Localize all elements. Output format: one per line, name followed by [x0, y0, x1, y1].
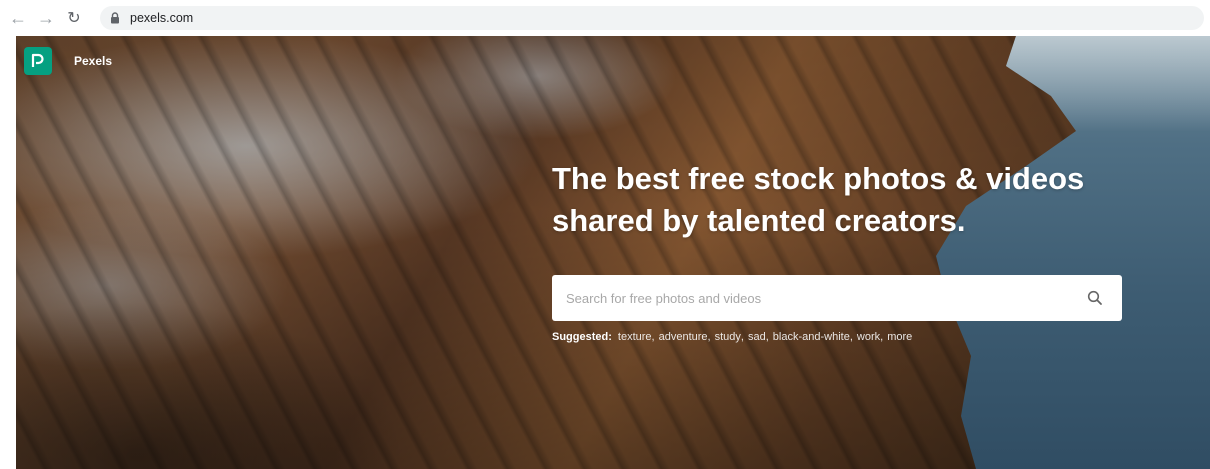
hero-headline: The best free stock photos & videos shar…	[552, 158, 1152, 242]
back-icon[interactable]: ←	[4, 4, 32, 32]
pexels-logo-icon	[24, 47, 52, 75]
suggested-item-sad[interactable]: sad	[748, 331, 766, 343]
browser-toolbar: ← → ↻ pexels.com	[0, 0, 1210, 36]
forward-icon[interactable]: →	[32, 4, 60, 32]
hero-background-image	[16, 36, 1210, 469]
suggested-item-black-and-white[interactable]: black-and-white	[773, 331, 850, 343]
reload-icon[interactable]: ↻	[60, 4, 88, 32]
logo-text: Pexels	[74, 54, 113, 68]
suggested-item-work[interactable]: work	[857, 331, 880, 343]
headline-line-1: The best free stock photos & videos	[552, 161, 1085, 196]
suggested-searches: Suggested: texture, adventure, study, sa…	[552, 331, 913, 343]
site-logo[interactable]: Pexels	[24, 47, 112, 75]
suggested-item-adventure[interactable]: adventure	[659, 331, 708, 343]
search-bar	[552, 275, 1122, 321]
search-icon[interactable]	[1086, 289, 1104, 307]
search-input[interactable]	[552, 276, 1052, 320]
suggested-item-more[interactable]: more	[887, 331, 912, 343]
lock-icon	[110, 12, 120, 24]
url-text: pexels.com	[130, 11, 194, 25]
suggested-item-texture[interactable]: texture	[618, 331, 652, 343]
suggested-label: Suggested:	[552, 331, 612, 343]
suggested-item-study[interactable]: study	[715, 331, 741, 343]
headline-line-2: shared by talented creators.	[552, 203, 966, 238]
address-bar[interactable]: pexels.com	[100, 6, 1204, 30]
